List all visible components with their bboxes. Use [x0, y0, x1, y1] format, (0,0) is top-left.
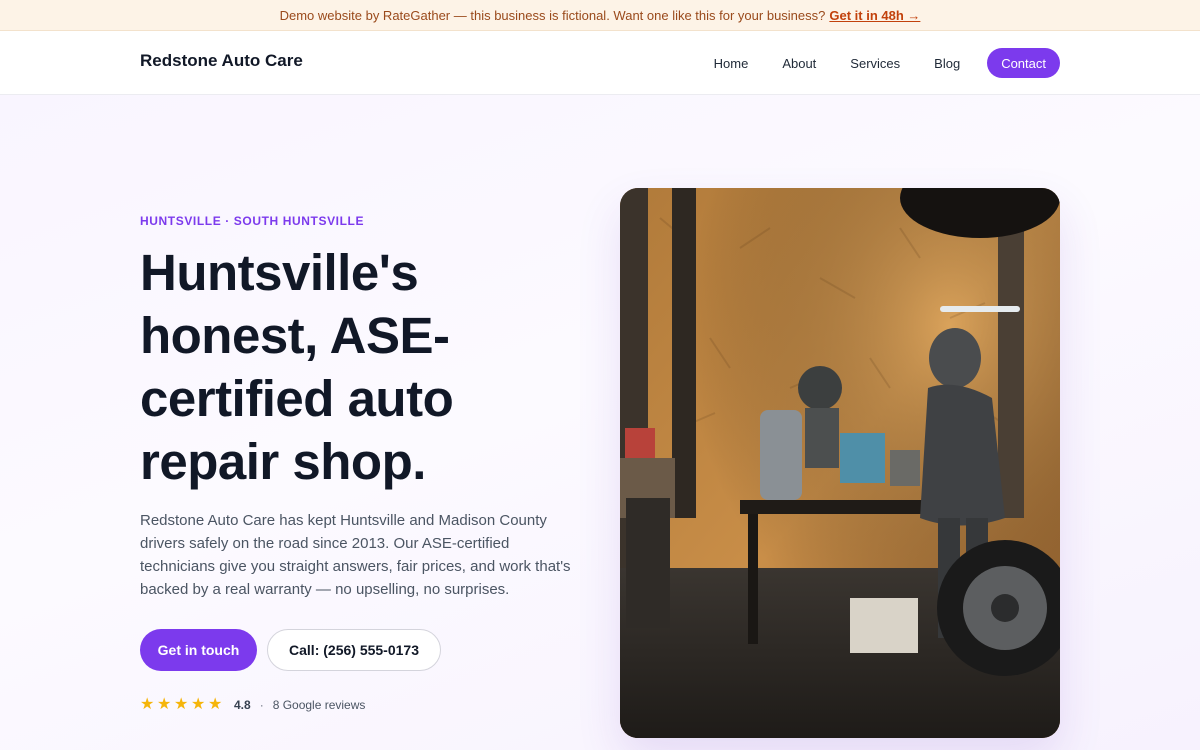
- nav-link-home[interactable]: Home: [714, 56, 749, 71]
- demo-banner-text: Demo website by RateGather — this busine…: [279, 7, 826, 23]
- auto-shop-illustration: [620, 188, 1060, 738]
- star-icon: ★: [191, 696, 206, 713]
- call-button[interactable]: Call: (256) 555-0173: [267, 629, 441, 671]
- hero-headline: Huntsville's honest, ASE-certified auto …: [140, 244, 454, 490]
- demo-banner: Demo website by RateGather — this busine…: [0, 0, 1200, 31]
- star-icon: ★: [174, 696, 189, 713]
- star-icon: ★: [157, 696, 172, 713]
- location-eyebrow: HUNTSVILLE · SOUTH HUNTSVILLE: [140, 214, 365, 228]
- hero-description: Redstone Auto Care has kept Huntsville a…: [140, 512, 571, 598]
- rating-separator: ·: [259, 698, 264, 712]
- brand-logo[interactable]: Redstone Auto Care: [140, 51, 303, 71]
- rating-value: 4.8: [234, 698, 251, 712]
- contact-button[interactable]: Contact: [987, 48, 1060, 78]
- star-icon: ★: [208, 696, 223, 713]
- star-icon: ★: [140, 696, 155, 713]
- auto-shop-photo: [620, 188, 1060, 738]
- review-count: 8 Google reviews: [272, 698, 366, 712]
- rating-row: ★ ★ ★ ★ ★ 4.8 · 8 Google reviews: [140, 696, 365, 714]
- nav-links: Home About Services Blog Contact: [680, 47, 1060, 79]
- top-navigation: Redstone Auto Care Home About Services B…: [0, 31, 1200, 95]
- hero-section: HUNTSVILLE · SOUTH HUNTSVILLE Huntsville…: [0, 95, 1200, 750]
- get-in-touch-button[interactable]: Get in touch: [140, 629, 257, 671]
- get-it-link[interactable]: Get it in 48h →: [829, 8, 920, 23]
- nav-link-blog[interactable]: Blog: [934, 56, 960, 71]
- nav-link-services[interactable]: Services: [850, 56, 900, 71]
- nav-link-about[interactable]: About: [782, 56, 816, 71]
